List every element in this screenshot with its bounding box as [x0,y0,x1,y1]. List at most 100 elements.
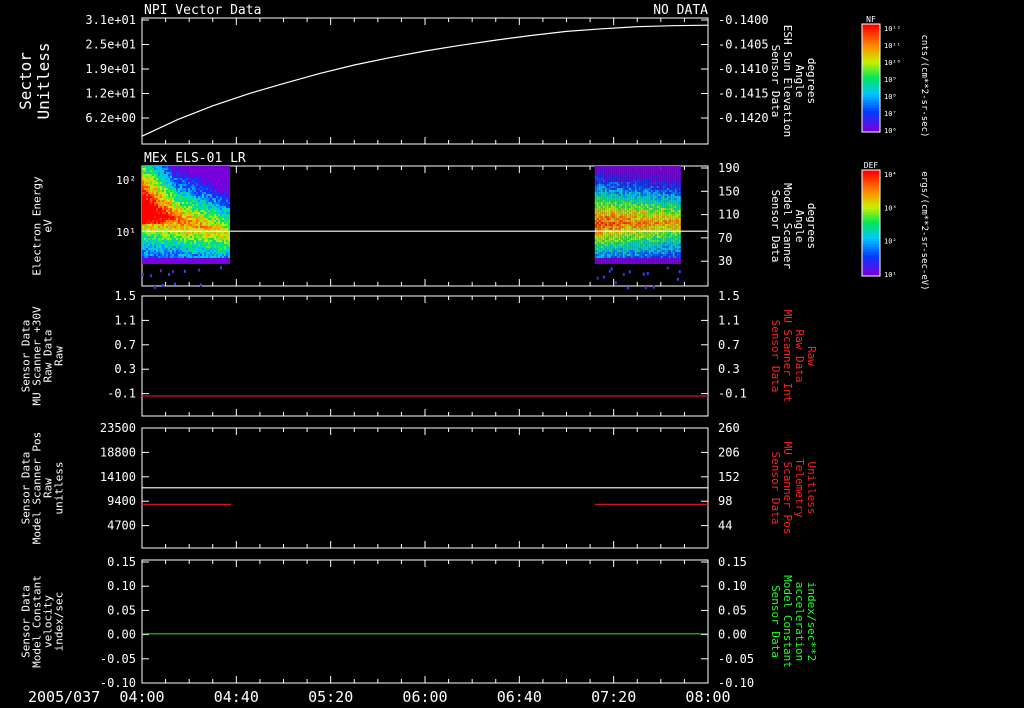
spectrogram-pixel [162,262,164,264]
spectrogram-pixel [202,170,204,172]
spectrogram-pixel [164,262,166,264]
spectrogram-pixel [152,174,154,176]
spectrogram-pixel [222,210,224,212]
spectrogram-pixel [190,232,192,234]
y-axis-label-right: Telemetry [793,458,806,518]
spectrogram-pixel [216,218,218,220]
spectrogram-pixel [624,240,627,242]
spectrogram-pixel [652,224,655,226]
spectrogram-pixel [174,184,176,186]
spectrogram-pixel [618,170,621,172]
spectrogram-pixel [644,206,647,208]
spectrogram-pixel [662,210,665,212]
spectrogram-pixel [664,244,667,246]
spectrogram-pixel [648,204,651,206]
spectrogram-pixel [630,240,633,242]
spectrogram-pixel [600,190,603,192]
spectrogram-pixel [604,222,607,224]
spectrogram-pixel [216,256,218,258]
spectrogram-pixel [160,188,162,190]
spectrogram-pixel [656,172,659,174]
spectrogram-pixel [152,238,154,240]
spectrogram-pixel [206,216,208,218]
spectrogram-pixel [156,258,158,260]
spectrogram-pixel [676,178,679,180]
spectrogram-pixel [602,262,605,264]
spectrogram-pixel [604,258,607,260]
spectrogram-pixel [668,244,671,246]
spectrogram-pixel [636,252,639,254]
spectrogram-pixel [632,250,635,252]
spectrogram-pixel [598,252,601,254]
spectrogram-pixel [202,262,204,264]
spectrogram-pixel [656,228,659,230]
spectrogram-pixel [184,210,186,212]
spectrogram-pixel [188,252,190,254]
spectrogram-pixel [650,252,653,254]
spectrogram-pixel [670,206,673,208]
x-tick-label: 04:00 [119,688,164,706]
spectrogram-pixel [602,176,605,178]
spectrogram-pixel [634,170,637,172]
spectrogram-pixel [656,216,659,218]
spectrogram-pixel [206,260,208,262]
spectrogram-pixel [632,188,635,190]
spectrogram-pixel [660,254,663,256]
spectrogram-pixel [152,224,154,226]
spectrogram-pixel [226,254,228,256]
spectrogram-pixel [674,258,677,260]
spectrogram-pixel [146,226,148,228]
spectrogram-pixel [608,218,611,220]
spectrogram-pixel [652,184,655,186]
spectrogram-pixel [648,236,651,238]
spectrogram-pixel [188,228,190,230]
spectrogram-pixel [636,232,639,234]
spectrogram-pixel [628,206,631,208]
spectrogram-pixel [630,232,633,234]
spectrogram-pixel [620,192,623,194]
spectrogram-pixel [142,258,144,260]
spectrogram-pixel [180,216,182,218]
spectrogram-pixel [662,182,665,184]
spectrogram-pixel [142,176,144,178]
spectrogram-pixel [142,250,144,252]
spectrogram-pixel [194,174,196,176]
spectrogram-pixel [612,178,615,180]
spectrogram-pixel [198,268,200,272]
spectrogram-pixel [144,180,146,182]
spectrogram-pixel [184,262,186,264]
spectrogram-pixel [206,210,208,212]
spectrogram-pixel [188,258,190,260]
spectrogram-pixel [204,170,206,172]
spectrogram-pixel [678,180,681,182]
spectrogram-pixel [628,210,631,212]
spectrogram-pixel [638,222,641,224]
spectrogram-pixel [658,242,661,244]
spectrogram-pixel [654,238,657,240]
spectrogram-pixel [162,192,164,194]
spectrogram-pixel [228,224,230,226]
spectrogram-pixel [624,212,627,214]
spectrogram-pixel [182,226,184,228]
spectrogram-pixel [194,212,196,214]
spectrogram-pixel [596,212,599,214]
spectrogram-pixel [222,216,224,218]
spectrogram-pixel [604,226,607,228]
spectrogram-pixel [160,238,162,240]
spectrogram-pixel [224,256,226,258]
spectrogram-pixel [618,248,621,250]
spectrogram-pixel [620,242,623,244]
spectrogram-pixel [200,198,202,200]
spectrogram-pixel [170,232,172,234]
spectrogram-pixel [670,166,673,168]
spectrogram-pixel [608,244,611,246]
spectrogram-pixel [634,254,637,256]
spectrogram-pixel [668,240,671,242]
spectrogram-pixel [650,174,653,176]
spectrogram-pixel [636,236,639,238]
spectrogram-pixel [168,222,170,224]
spectrogram-pixel [202,234,204,236]
spectrogram-pixel [186,170,188,172]
spectrogram-pixel [188,182,190,184]
y-tick-label-right: 30 [718,254,732,268]
